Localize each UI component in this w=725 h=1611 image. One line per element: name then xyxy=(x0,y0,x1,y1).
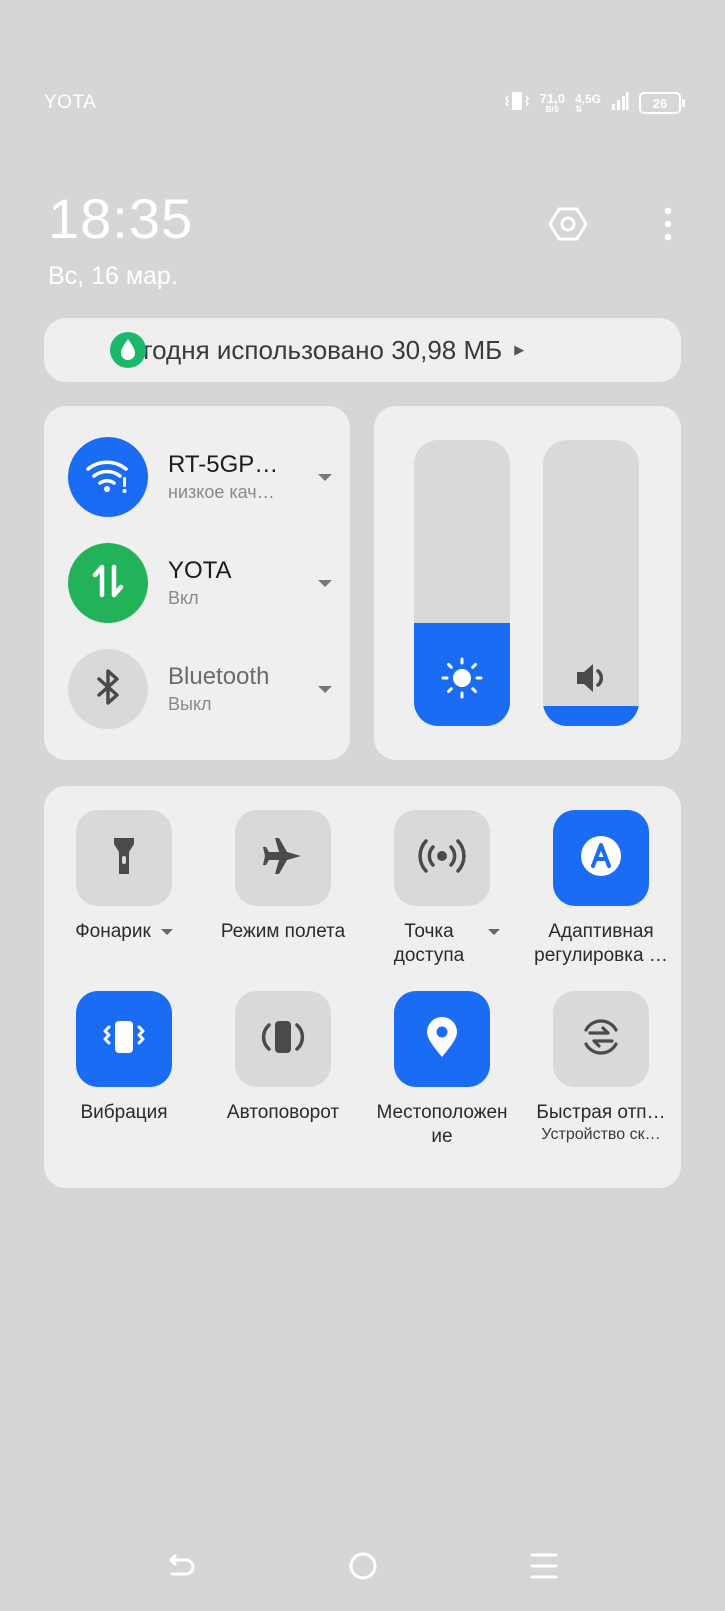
bluetooth-status: Выкл xyxy=(168,694,212,714)
tile-label: Быстрая отп… Устройство ск… xyxy=(521,1101,681,1145)
adaptive-brightness-label: Адаптивная регулировка … xyxy=(534,921,668,966)
brightness-icon xyxy=(414,656,510,700)
hotspot-button[interactable] xyxy=(394,810,490,906)
wifi-warning-icon xyxy=(85,455,131,500)
speed-unit: B/S xyxy=(545,105,559,114)
mobile-data-row[interactable]: YOTA Вкл xyxy=(68,542,336,624)
tile-adaptive-brightness[interactable]: Адаптивная регулировка … xyxy=(521,810,681,968)
mobile-data-text: YOTA Вкл xyxy=(168,557,318,609)
bluetooth-row[interactable]: Bluetooth Выкл xyxy=(68,648,336,730)
bluetooth-toggle[interactable] xyxy=(68,649,148,729)
auto-rotate-button[interactable] xyxy=(235,991,331,1087)
flashlight-icon xyxy=(104,834,144,883)
more-icon xyxy=(664,207,672,246)
tile-vibration[interactable]: Вибрация xyxy=(44,991,204,1125)
battery-icon: 26 xyxy=(639,92,685,114)
wifi-name: RT-5GPO… xyxy=(168,451,292,478)
bluetooth-text: Bluetooth Выкл xyxy=(168,663,318,715)
wifi-row[interactable]: RT-5GPO… низкое кач… xyxy=(68,436,336,518)
back-icon xyxy=(166,1550,198,1587)
settings-button[interactable] xyxy=(546,204,590,248)
tile-label: Вибрация xyxy=(44,1101,204,1125)
more-button[interactable] xyxy=(650,204,686,248)
tile-label: Режим полета xyxy=(203,920,363,944)
recents-icon xyxy=(528,1550,560,1587)
hotspot-label: Точка доступа xyxy=(393,921,465,966)
location-button[interactable] xyxy=(394,991,490,1087)
volume-icon xyxy=(543,658,639,698)
chevron-down-icon[interactable] xyxy=(160,929,173,935)
auto-brightness-icon xyxy=(579,834,623,883)
tile-label: Автоповорот xyxy=(203,1101,363,1125)
brightness-slider[interactable] xyxy=(414,440,510,726)
airplane-label: Режим полета xyxy=(220,921,346,942)
airplane-button[interactable] xyxy=(235,810,331,906)
tile-quick-share[interactable]: Быстрая отп… Устройство ск… xyxy=(521,991,681,1145)
bluetooth-icon xyxy=(91,667,125,712)
mobile-data-icon xyxy=(88,561,128,606)
chevron-down-icon[interactable] xyxy=(318,473,332,481)
wifi-text: RT-5GPO… низкое кач… xyxy=(168,451,318,503)
tile-auto-rotate[interactable]: Автоповорот xyxy=(203,991,363,1125)
mobile-data-status: Вкл xyxy=(168,588,199,608)
bluetooth-name: Bluetooth xyxy=(168,663,270,690)
chevron-down-icon[interactable] xyxy=(318,579,332,587)
volume-fill xyxy=(543,705,639,726)
back-button[interactable] xyxy=(162,1548,202,1588)
tile-location[interactable]: Местоположение xyxy=(362,991,522,1149)
chevron-down-icon[interactable] xyxy=(488,929,500,935)
location-label: Местоположение xyxy=(376,1102,508,1147)
home-icon xyxy=(347,1550,379,1587)
tile-airplane[interactable]: Режим полета xyxy=(203,810,363,944)
network-arrows: ⇅ xyxy=(574,103,583,114)
clock: 18:35 xyxy=(48,187,194,250)
hotspot-icon xyxy=(416,836,468,881)
wifi-toggle[interactable] xyxy=(68,437,148,517)
tile-flashlight[interactable]: Фонарик xyxy=(44,810,204,944)
mobile-data-toggle[interactable] xyxy=(68,543,148,623)
chevron-down-icon[interactable] xyxy=(318,685,332,693)
quick-share-sublabel: Устройство ск… xyxy=(541,1126,661,1143)
auto-rotate-label: Автоповорот xyxy=(226,1102,340,1123)
flashlight-label: Фонарик xyxy=(75,921,151,942)
tile-label: Фонарик xyxy=(44,920,204,944)
signal-icon xyxy=(611,91,629,116)
tile-hotspot[interactable]: Точка доступа xyxy=(362,810,522,968)
status-icons: 71,0 B/S 4,5G ⇅ 26 xyxy=(504,88,685,118)
quick-share-button[interactable] xyxy=(553,991,649,1087)
vibration-button[interactable] xyxy=(76,991,172,1087)
status-carrier: YOTA xyxy=(44,92,97,113)
vibration-label: Вибрация xyxy=(80,1102,168,1123)
quick-share-icon xyxy=(578,1014,624,1065)
volume-slider[interactable] xyxy=(543,440,639,726)
airplane-icon xyxy=(261,834,305,883)
quick-share-label: Быстрая отп… xyxy=(536,1102,666,1123)
tile-label: Местоположение xyxy=(362,1101,522,1149)
location-icon xyxy=(422,1015,462,1064)
mobile-data-name: YOTA xyxy=(168,557,232,584)
data-usage-text: Сегодня использовано 30,98 МБ xyxy=(110,334,503,365)
network-speed: 71,0 B/S xyxy=(540,92,565,114)
recents-button[interactable] xyxy=(524,1548,564,1588)
settings-icon xyxy=(548,204,588,249)
home-button[interactable] xyxy=(343,1548,383,1588)
chevron-right-icon: ▶ xyxy=(514,342,525,357)
vibrate-icon xyxy=(504,91,530,116)
wifi-status: низкое кач… xyxy=(168,482,275,502)
network-label: 4,5G xyxy=(574,91,601,106)
tile-label: Точка доступа xyxy=(362,920,522,968)
vibration-icon xyxy=(100,1015,148,1064)
speed-value: 71,0 xyxy=(539,91,565,106)
date: Вс, 16 мар. xyxy=(48,262,178,290)
auto-rotate-icon xyxy=(259,1015,307,1064)
adaptive-brightness-button[interactable] xyxy=(553,810,649,906)
tile-label: Адаптивная регулировка … xyxy=(521,920,681,968)
battery-level: 26 xyxy=(652,95,668,111)
connections-panel: RT-5GPO… низкое кач… YOTA Вкл Bluetooth … xyxy=(44,406,350,760)
flashlight-button[interactable] xyxy=(76,810,172,906)
network-type: 4,5G ⇅ xyxy=(575,93,601,114)
water-drop-icon xyxy=(110,332,146,373)
